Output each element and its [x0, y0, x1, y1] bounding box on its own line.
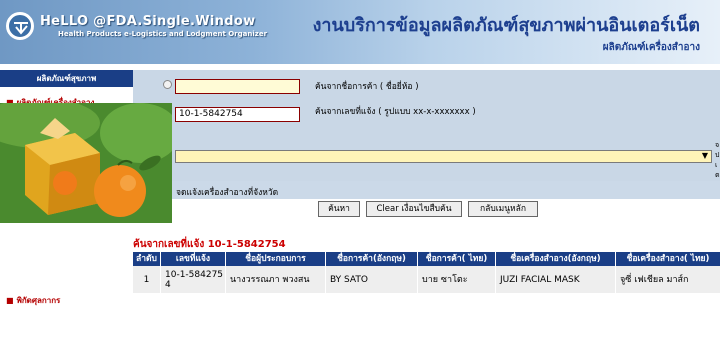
sidebar-item-label: พิกัดศุลกากร [16, 296, 61, 305]
column-header: ลำดับ [133, 252, 161, 266]
brand-name-label: ค้นจากชื่อการค้า ( ชื่อยี่ห้อ ) [315, 82, 419, 92]
back-to-menu-button[interactable]: กลับเมนูหลัก [468, 201, 538, 217]
province-select[interactable]: ▼ [175, 150, 712, 163]
column-header: เลขที่แจ้ง [161, 252, 226, 266]
side-note: จ ป เ ต [715, 140, 720, 180]
page-subtitle: ผลิตภัณฑ์เครื่องสำอาง [602, 42, 700, 53]
product-photo-image [0, 103, 172, 223]
side-note-line: ป [715, 151, 720, 159]
side-note-line: จ [715, 141, 720, 149]
product-photo [0, 103, 172, 223]
brand-name: HeLLO @FDA.Single.Window [40, 14, 256, 29]
column-header: ชื่อผู้ประกอบการ [226, 252, 326, 266]
notify-number-input[interactable]: 10-1-5842754 [175, 107, 300, 122]
column-header: ชื่อเครื่องสำอาง( ไทย) [616, 252, 720, 266]
side-note-line: ต [715, 171, 720, 179]
side-note-line: เ [715, 161, 718, 169]
table-cell: JUZI FACIAL MASK [496, 266, 616, 293]
clear-button[interactable]: Clear เงื่อนไขสืบค้น [366, 201, 462, 217]
table-cell: BY SATO [326, 266, 418, 293]
province-strip: จดแจ้งเครื่องสำอางที่จังหวัด [172, 181, 720, 199]
table-cell: 1 [133, 266, 161, 293]
search-button[interactable]: ค้นหา [318, 201, 360, 217]
sidebar-heading: ผลิตภัณฑ์สุขภาพ [0, 70, 133, 87]
brand-subtitle: Health Products e-Logistics and Lodgment… [58, 30, 268, 38]
fda-logo-icon [6, 12, 34, 40]
notify-number-label: ค้นจากเลขที่แจ้ง ( รูปแบบ xx-x-xxxxxxx ) [315, 107, 476, 117]
page-title: งานบริการข้อมูลผลิตภัณฑ์สุขภาพผ่านอินเตอ… [312, 15, 700, 36]
header-banner: HeLLO @FDA.Single.Window Health Products… [0, 0, 720, 64]
brand-name-input[interactable] [175, 79, 300, 94]
brand-radio[interactable] [163, 80, 172, 89]
column-header: ชื่อเครื่องสำอาง(อังกฤษ) [496, 252, 616, 266]
search-form: ค้นจากชื่อการค้า ( ชื่อยี่ห้อ ) 10-1-584… [133, 70, 720, 198]
table-cell: 10-1-5842754 [161, 266, 226, 293]
province-strip-label: จดแจ้งเครื่องสำอางที่จังหวัด [176, 188, 279, 198]
sidebar-item-customs[interactable]: ■ พิกัดศุลกากร [6, 294, 60, 307]
column-header: ชื่อการค้า( ไทย) [418, 252, 496, 266]
table-cell: นางวรรณภา พวงสน [226, 266, 326, 293]
column-header: ชื่อการค้า(อังกฤษ) [326, 252, 418, 266]
bullet-icon: ■ [6, 296, 14, 305]
table-cell: จูซี่ เฟเชียล มาส์ก [616, 266, 720, 293]
table-cell: บาย ซาโตะ [418, 266, 496, 293]
chevron-down-icon: ▼ [701, 151, 708, 160]
result-title: ค้นจากเลขที่แจ้ง 10-1-5842754 [133, 239, 286, 250]
